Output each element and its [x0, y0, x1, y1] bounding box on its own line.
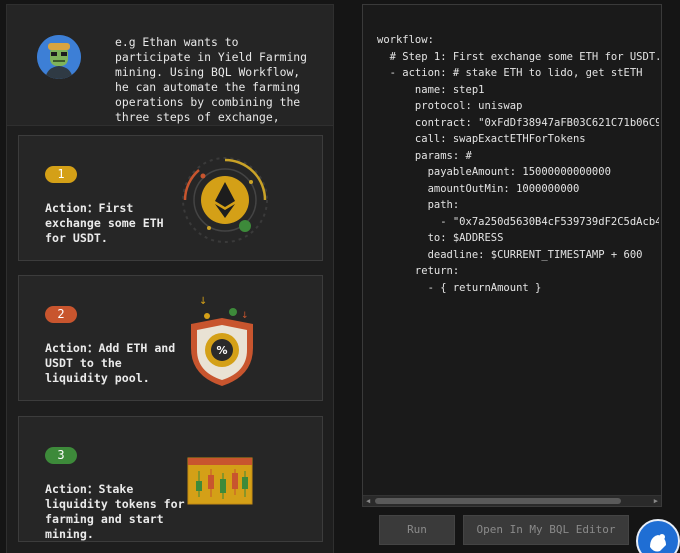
avatar — [37, 35, 81, 79]
step-number-badge: 2 — [45, 306, 77, 323]
step-action-text: Action：Stake liquidity tokens for farmin… — [45, 482, 185, 541]
intro-panel: e.g Ethan wants to participate in Yield … — [6, 4, 334, 126]
run-button[interactable]: Run — [379, 515, 455, 545]
step-card-3: 3 Action：Stake liquidity tokens for farm… — [18, 416, 323, 542]
intro-text: e.g Ethan wants to participate in Yield … — [115, 35, 308, 124]
left-panel: e.g Ethan wants to participate in Yield … — [6, 4, 334, 553]
open-in-editor-button[interactable]: Open In My BQL Editor — [463, 515, 629, 545]
step-card-1: 1 Action：First exchange some ETH for USD… — [18, 135, 323, 261]
workflow-code[interactable]: workflow: # Step 1: First exchange some … — [377, 32, 659, 296]
chat-bubble-icon — [650, 534, 666, 552]
step-action-text: Action：First exchange some ETH for USDT. — [45, 201, 164, 245]
farming-chart-icon — [187, 457, 253, 509]
scroll-right-arrow-icon[interactable]: ▶ — [654, 497, 658, 506]
step-card-2: 2 Action：Add ETH and USDT to the liquidi… — [18, 275, 323, 401]
steps-area: 1 Action：First exchange some ETH for USD… — [6, 126, 334, 553]
chat-fab-button[interactable] — [636, 519, 680, 553]
right-panel: workflow: # Step 1: First exchange some … — [362, 4, 662, 553]
ethereum-exchange-icon — [179, 154, 271, 250]
svg-text:%: % — [216, 344, 227, 357]
step-number-badge: 1 — [45, 166, 77, 183]
horizontal-scrollbar[interactable]: ◀ ▶ — [363, 495, 661, 506]
svg-text:↓: ↓ — [199, 296, 207, 307]
step-action-text: Action：Add ETH and USDT to the liquidity… — [45, 341, 176, 385]
liquidity-pool-icon: ↓ ↓ % — [187, 292, 257, 392]
scroll-left-arrow-icon[interactable]: ◀ — [366, 497, 370, 506]
scrollbar-thumb[interactable] — [375, 498, 621, 504]
step-number-badge: 3 — [45, 447, 77, 464]
svg-text:↓: ↓ — [241, 311, 249, 321]
ethan-avatar-icon — [37, 35, 81, 79]
code-editor[interactable]: workflow: # Step 1: First exchange some … — [362, 4, 662, 507]
